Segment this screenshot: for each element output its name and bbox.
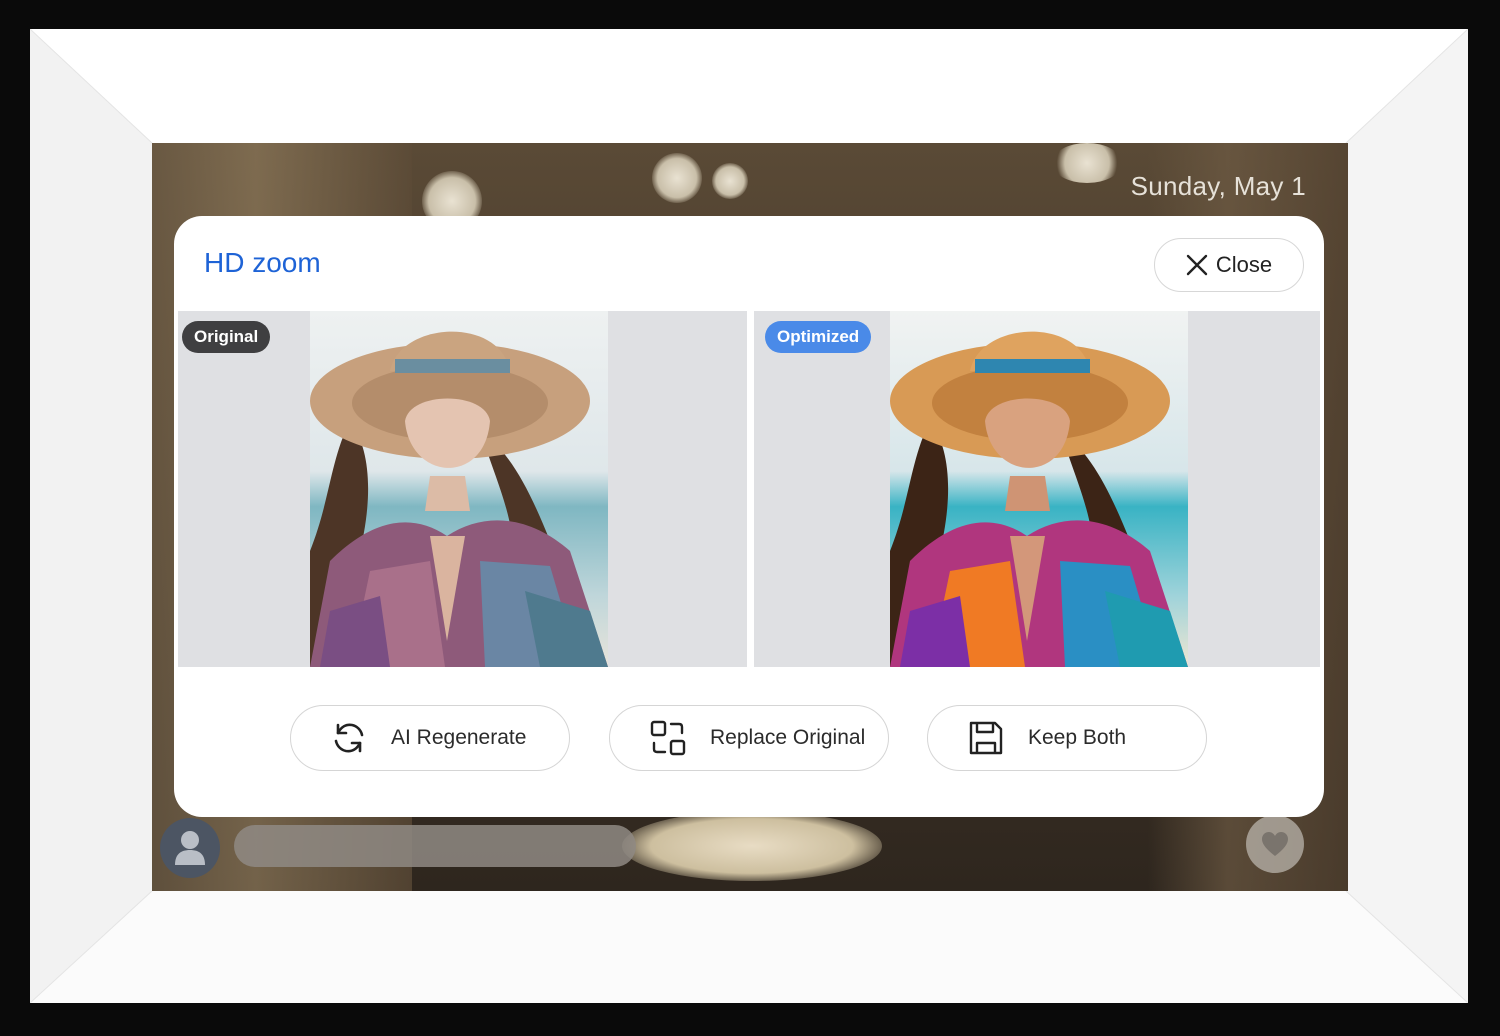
- close-label: Close: [1215, 252, 1273, 277]
- background-plate: [622, 811, 882, 881]
- background-flower: [652, 153, 702, 203]
- background-flower: [712, 163, 748, 199]
- replace-icon: [650, 720, 686, 756]
- refresh-icon: [334, 723, 364, 753]
- hd-zoom-dialog: HD zoom Close Original Optimized AI Rege…: [174, 216, 1324, 817]
- background-flower: [1052, 143, 1122, 183]
- optimized-badge: Optimized: [765, 321, 872, 353]
- save-icon: [969, 721, 1003, 755]
- heart-icon: [1262, 832, 1288, 856]
- avatar[interactable]: [160, 818, 220, 878]
- date-label: Sunday, May 1: [1130, 171, 1306, 201]
- original-photo: [310, 311, 608, 667]
- original-badge: Original: [182, 321, 271, 353]
- replace-original-button[interactable]: Replace Original: [609, 705, 889, 771]
- close-icon: [1186, 254, 1208, 276]
- optimized-photo: [890, 311, 1188, 667]
- person-icon: [175, 831, 205, 865]
- optimized-panel: Optimized: [754, 311, 1320, 667]
- caption-bar: [234, 825, 636, 867]
- dialog-title: HD zoom: [204, 247, 321, 278]
- original-panel: Original: [178, 311, 747, 667]
- keep-both-label: Keep Both: [1028, 726, 1127, 749]
- keep-both-button[interactable]: Keep Both: [927, 705, 1207, 771]
- favorite-button[interactable]: [1246, 815, 1304, 873]
- ai-regenerate-label: AI Regenerate: [391, 726, 527, 749]
- replace-original-label: Replace Original: [710, 726, 866, 749]
- close-button[interactable]: Close: [1154, 238, 1304, 292]
- ai-regenerate-button[interactable]: AI Regenerate: [290, 705, 570, 771]
